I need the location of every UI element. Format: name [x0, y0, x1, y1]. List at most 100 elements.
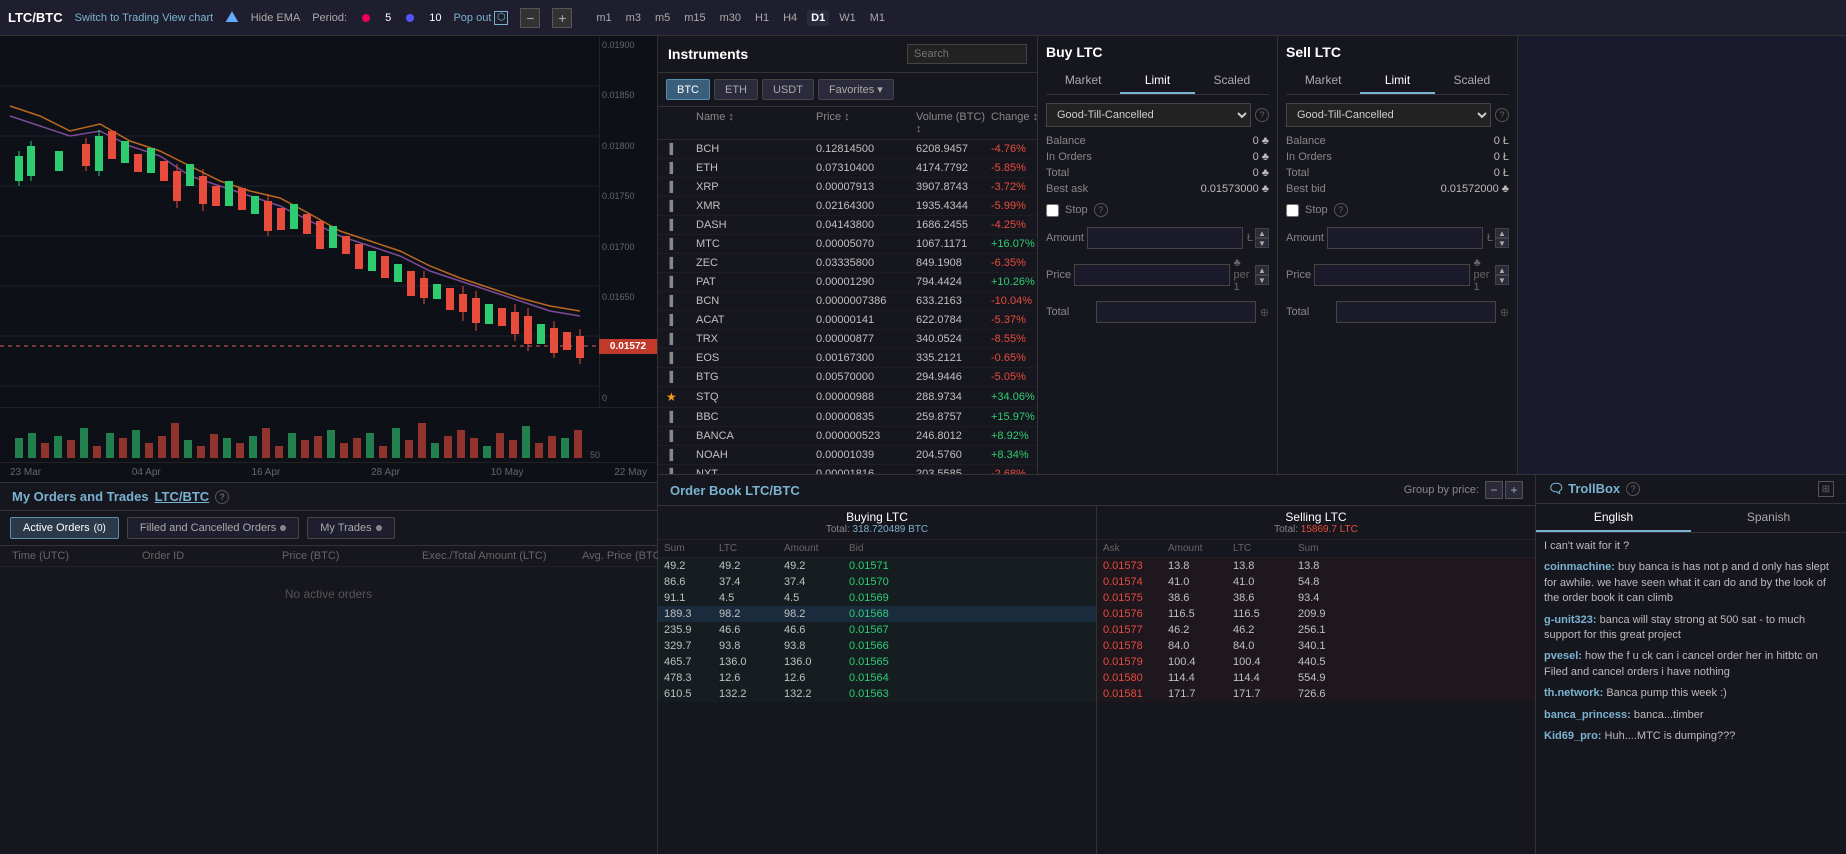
sell-price-down[interactable]: ▼	[1495, 275, 1509, 285]
list-item[interactable]: ▐MTC0.000050701067.1171+16.07%	[658, 235, 1037, 254]
tf-m15[interactable]: m15	[680, 10, 709, 26]
buy-amount-input[interactable]	[1087, 227, 1243, 249]
list-item[interactable]: ▐TRX0.00000877340.0524-8.55%	[658, 330, 1037, 349]
list-item[interactable]: ▐DASH0.041438001686.2455-4.25%	[658, 216, 1037, 235]
ob-sell-row[interactable]: 0.0157441.041.054.8	[1097, 574, 1535, 590]
ob-buy-row[interactable]: 610.5132.2132.20.01563	[658, 686, 1096, 702]
tf-w1[interactable]: W1	[835, 10, 860, 26]
sell-amount-down[interactable]: ▼	[1495, 238, 1509, 248]
buy-order-type-select[interactable]: Good-Till-Cancelled	[1046, 103, 1251, 127]
buy-stop-checkbox[interactable]	[1046, 204, 1059, 217]
instruments-search[interactable]	[907, 44, 1027, 64]
sell-amount-up[interactable]: ▲	[1495, 228, 1509, 238]
sub-tab-filled-cancelled[interactable]: Filled and Cancelled Orders	[127, 517, 299, 539]
ob-sell-row[interactable]: 0.0157884.084.0340.1	[1097, 638, 1535, 654]
sell-tab-limit[interactable]: Limit	[1360, 68, 1434, 94]
tb-tab-english[interactable]: English	[1536, 504, 1691, 532]
ob-buy-row[interactable]: 49.249.249.20.01571	[658, 558, 1096, 574]
tf-d1[interactable]: D1	[807, 10, 829, 26]
trollbox-resize-icon[interactable]: ⊞	[1818, 481, 1834, 497]
buy-total-input[interactable]	[1096, 301, 1256, 323]
tf-h1[interactable]: H1	[751, 10, 773, 26]
sell-price-up[interactable]: ▲	[1495, 265, 1509, 275]
buy-price-down[interactable]: ▼	[1255, 275, 1269, 285]
my-orders-pair[interactable]: LTC/BTC	[155, 489, 210, 504]
tf-m1-large[interactable]: M1	[866, 10, 889, 26]
ob-sell-row[interactable]: 0.01581171.7171.7726.6	[1097, 686, 1535, 702]
list-item[interactable]: ▐BBC0.00000835259.8757+15.97%	[658, 408, 1037, 427]
tab-btc[interactable]: BTC	[666, 79, 710, 100]
tb-tab-spanish[interactable]: Spanish	[1691, 504, 1846, 532]
buy-tab-limit[interactable]: Limit	[1120, 68, 1194, 94]
list-item[interactable]: ▐EOS0.00167300335.2121-0.65%	[658, 349, 1037, 368]
ob-buy-row[interactable]: 86.637.437.40.01570	[658, 574, 1096, 590]
buy-tab-scaled[interactable]: Scaled	[1195, 68, 1269, 94]
my-orders-info[interactable]: ?	[215, 490, 229, 504]
ob-sell-row[interactable]: 0.0157538.638.693.4	[1097, 590, 1535, 606]
instr-name: BCN	[696, 295, 816, 307]
tab-eth[interactable]: ETH	[714, 79, 758, 100]
group-plus-btn[interactable]: +	[1505, 481, 1523, 499]
list-item[interactable]: ▐BCH0.128145006208.9457-4.76%	[658, 140, 1037, 159]
sell-order-type-info[interactable]: ?	[1495, 108, 1509, 122]
ema1-value[interactable]: 5	[385, 12, 391, 24]
tab-usdt[interactable]: USDT	[762, 79, 814, 100]
sell-total-input[interactable]	[1336, 301, 1496, 323]
timeframes: m1 m3 m5 m15 m30 H1 H4 D1 W1 M1	[592, 10, 889, 26]
sell-amount-input[interactable]	[1327, 227, 1483, 249]
ob-buy-row[interactable]: 478.312.612.60.01564	[658, 670, 1096, 686]
list-item[interactable]: ▐BANCA0.000000523246.8012+8.92%	[658, 427, 1037, 446]
sell-price-input[interactable]	[1314, 264, 1470, 286]
ob-buy-row[interactable]: 329.793.893.80.01566	[658, 638, 1096, 654]
buy-amount-up[interactable]: ▲	[1255, 228, 1269, 238]
tf-h4[interactable]: H4	[779, 10, 801, 26]
list-item[interactable]: ▐BCN0.0000007386633.2163-10.04%	[658, 292, 1037, 311]
bar-icon: ▐	[666, 431, 696, 442]
list-item[interactable]: ▐PAT0.00001290794.4424+10.26%	[658, 273, 1037, 292]
buy-order-type-info[interactable]: ?	[1255, 108, 1269, 122]
zoom-in-btn[interactable]: +	[552, 8, 572, 28]
list-item[interactable]: ▐ETH0.073104004174.7792-5.85%	[658, 159, 1037, 178]
buy-price-input[interactable]	[1074, 264, 1230, 286]
zoom-out-btn[interactable]: −	[520, 8, 540, 28]
popout-btn[interactable]: Pop out ⬡	[453, 11, 508, 25]
tf-m5[interactable]: m5	[651, 10, 674, 26]
list-item[interactable]: ▐NOAH0.00001039204.5760+8.34%	[658, 446, 1037, 465]
buy-amount-down[interactable]: ▼	[1255, 238, 1269, 248]
ob-buy-row-highlight[interactable]: 189.398.298.20.01568	[658, 606, 1096, 622]
ob-sell-row[interactable]: 0.0157746.246.2256.1	[1097, 622, 1535, 638]
ob-sell-row[interactable]: 0.0157313.813.813.8	[1097, 558, 1535, 574]
list-item[interactable]: ▐BTG0.00570000294.9446-5.05%	[658, 368, 1037, 387]
ema2-value[interactable]: 10	[429, 12, 441, 24]
sell-tab-market[interactable]: Market	[1286, 68, 1360, 94]
ob-sell-row[interactable]: 0.01580114.4114.4554.9	[1097, 670, 1535, 686]
ob-sell-row[interactable]: 0.01579100.4100.4440.5	[1097, 654, 1535, 670]
buy-stop-info[interactable]: ?	[1094, 203, 1108, 217]
tab-favorites[interactable]: Favorites ▾	[818, 79, 894, 100]
sell-order-type-select[interactable]: Good-Till-Cancelled	[1286, 103, 1491, 127]
ob-buy-row[interactable]: 465.7136.0136.00.01565	[658, 654, 1096, 670]
list-item[interactable]: ▐XRP0.000079133907.8743-3.72%	[658, 178, 1037, 197]
trollbox-info[interactable]: ?	[1626, 482, 1640, 496]
ema-label[interactable]: Hide EMA	[251, 12, 301, 24]
sell-stop-info[interactable]: ?	[1334, 203, 1348, 217]
ob-buy-row[interactable]: 91.14.54.50.01569	[658, 590, 1096, 606]
tf-m1[interactable]: m1	[592, 10, 615, 26]
sell-tab-scaled[interactable]: Scaled	[1435, 68, 1509, 94]
sell-stop-checkbox[interactable]	[1286, 204, 1299, 217]
col-name: Name ↕	[696, 111, 816, 135]
ob-buy-row[interactable]: 235.946.646.60.01567	[658, 622, 1096, 638]
switch-chart-link[interactable]: Switch to Trading View chart	[75, 12, 214, 24]
sub-tab-my-trades[interactable]: My Trades	[307, 517, 394, 539]
list-item[interactable]: ▐ACAT0.00000141622.0784-5.37%	[658, 311, 1037, 330]
tf-m30[interactable]: m30	[716, 10, 745, 26]
list-item[interactable]: ▐XMR0.021643001935.4344-5.99%	[658, 197, 1037, 216]
buy-price-up[interactable]: ▲	[1255, 265, 1269, 275]
tf-m3[interactable]: m3	[622, 10, 645, 26]
list-item[interactable]: ★STQ0.00000988288.9734+34.06%	[658, 387, 1037, 408]
list-item[interactable]: ▐ZEC0.03335800849.1908-6.35%	[658, 254, 1037, 273]
group-minus-btn[interactable]: −	[1485, 481, 1503, 499]
buy-tab-market[interactable]: Market	[1046, 68, 1120, 94]
ob-sell-row[interactable]: 0.01576116.5116.5209.9	[1097, 606, 1535, 622]
sub-tab-active-orders[interactable]: Active Orders (0)	[10, 517, 119, 539]
